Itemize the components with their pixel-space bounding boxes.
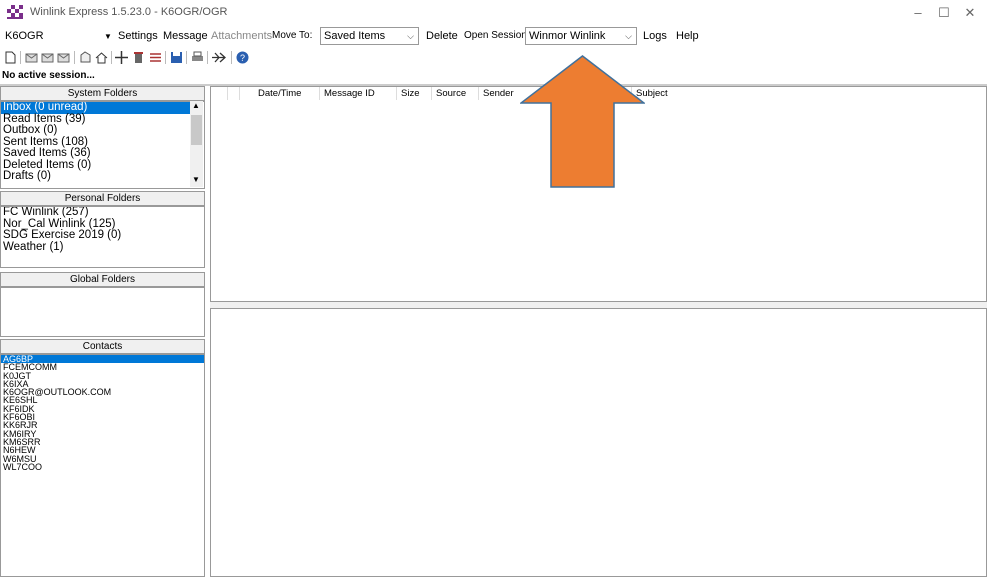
contacts-list: AG6BP FCEMCOMM K0JGT K6IXA K6OGR@OUTLOOK… xyxy=(0,354,205,577)
reply-icon[interactable] xyxy=(24,50,38,64)
toolbar-divider xyxy=(231,51,232,64)
delete-icon[interactable] xyxy=(131,50,145,64)
session-select[interactable]: Winmor Winlink ⌵ xyxy=(525,27,637,45)
global-folders-list xyxy=(0,287,205,337)
toolbar-divider xyxy=(20,51,21,64)
move-to-select[interactable]: Saved Items ⌵ xyxy=(320,27,419,45)
folder-sdg-exercise[interactable]: SDG Exercise 2019 (0) xyxy=(1,229,204,242)
chevron-down-icon: ⌵ xyxy=(625,31,632,41)
svg-text:?: ? xyxy=(239,53,244,63)
column-header-size[interactable]: Size xyxy=(397,87,432,100)
toolbar-divider xyxy=(111,51,112,64)
menu-help[interactable]: Help xyxy=(676,30,699,42)
window-title: Winlink Express 1.5.23.0 - K6OGR/OGR xyxy=(30,6,228,18)
app-logo-icon xyxy=(7,5,23,19)
contact-item[interactable]: WL7COO xyxy=(1,462,204,471)
close-button[interactable]: ✕ xyxy=(955,4,985,22)
callsign-selector[interactable]: K6OGR xyxy=(5,30,44,42)
reply-all-icon[interactable] xyxy=(40,50,54,64)
house-icon[interactable] xyxy=(94,50,108,64)
folder-weather[interactable]: Weather (1) xyxy=(1,241,204,254)
menu-logs[interactable]: Logs xyxy=(643,30,667,42)
scroll-up-icon[interactable]: ▲ xyxy=(192,101,200,110)
scroll-thumb[interactable] xyxy=(191,115,202,145)
contacts-header: Contacts xyxy=(0,339,205,354)
forward-icon[interactable] xyxy=(56,50,70,64)
session-value: Winmor Winlink xyxy=(529,30,606,42)
toolbar-divider xyxy=(165,51,166,64)
open-attachment-icon[interactable] xyxy=(78,50,92,64)
global-folders-header: Global Folders xyxy=(0,272,205,287)
folder-fc-winlink[interactable]: FC Winlink (257) xyxy=(1,207,204,219)
column-header-flag[interactable] xyxy=(212,87,228,100)
help-icon[interactable]: ? xyxy=(235,50,249,64)
session-status: No active session... xyxy=(2,70,95,81)
new-message-icon[interactable] xyxy=(3,50,17,64)
move-icon[interactable] xyxy=(114,50,128,64)
column-header-status[interactable] xyxy=(228,87,240,100)
move-to-value: Saved Items xyxy=(324,30,386,42)
send-receive-icon[interactable] xyxy=(211,50,227,64)
callsign-dropdown-icon[interactable]: ▼ xyxy=(104,32,112,41)
folder-outbox[interactable]: Outbox (0) xyxy=(1,124,204,137)
folder-inbox[interactable]: Inbox (0 unread) xyxy=(1,102,190,114)
print-icon[interactable] xyxy=(190,50,204,64)
scroll-down-icon[interactable]: ▼ xyxy=(192,175,200,184)
menu-attachments[interactable]: Attachments xyxy=(211,30,272,42)
menu-settings[interactable]: Settings xyxy=(118,30,158,42)
folder-saved-items[interactable]: Saved Items (36) xyxy=(1,147,204,160)
system-folders-scrollbar[interactable]: ▲ ▼ xyxy=(190,101,203,187)
personal-folders-list: FC Winlink (257) Nor_Cal Winlink (125) S… xyxy=(0,206,205,268)
system-folders-header: System Folders xyxy=(0,86,205,101)
annotation-arrow-icon xyxy=(520,55,645,188)
contact-item[interactable]: FCEMCOMM xyxy=(1,363,204,372)
column-header-source[interactable]: Source xyxy=(432,87,479,100)
column-header-date-time[interactable]: Date/Time xyxy=(240,87,320,100)
column-header-subject[interactable]: Subject xyxy=(632,87,987,100)
toolbar-divider xyxy=(186,51,187,64)
save-icon[interactable] xyxy=(169,50,183,64)
chevron-down-icon: ⌵ xyxy=(407,31,414,41)
toolbar-divider xyxy=(74,51,75,64)
move-to-label: Move To: xyxy=(272,30,313,41)
flag-icon[interactable] xyxy=(148,50,162,64)
contact-item[interactable]: K0JGT xyxy=(1,371,204,380)
open-session-label: Open Session: xyxy=(464,30,530,41)
status-bar xyxy=(0,68,987,86)
personal-folders-header: Personal Folders xyxy=(0,191,205,206)
message-preview-pane xyxy=(210,308,987,577)
column-header-message-id[interactable]: Message ID xyxy=(320,87,397,100)
menu-delete[interactable]: Delete xyxy=(426,30,458,42)
toolbar-divider xyxy=(207,51,208,64)
system-folders-list: Inbox (0 unread) Read Items (39) Outbox … xyxy=(0,101,205,189)
folder-drafts[interactable]: Drafts (0) xyxy=(1,170,204,183)
menu-message[interactable]: Message xyxy=(163,30,208,42)
